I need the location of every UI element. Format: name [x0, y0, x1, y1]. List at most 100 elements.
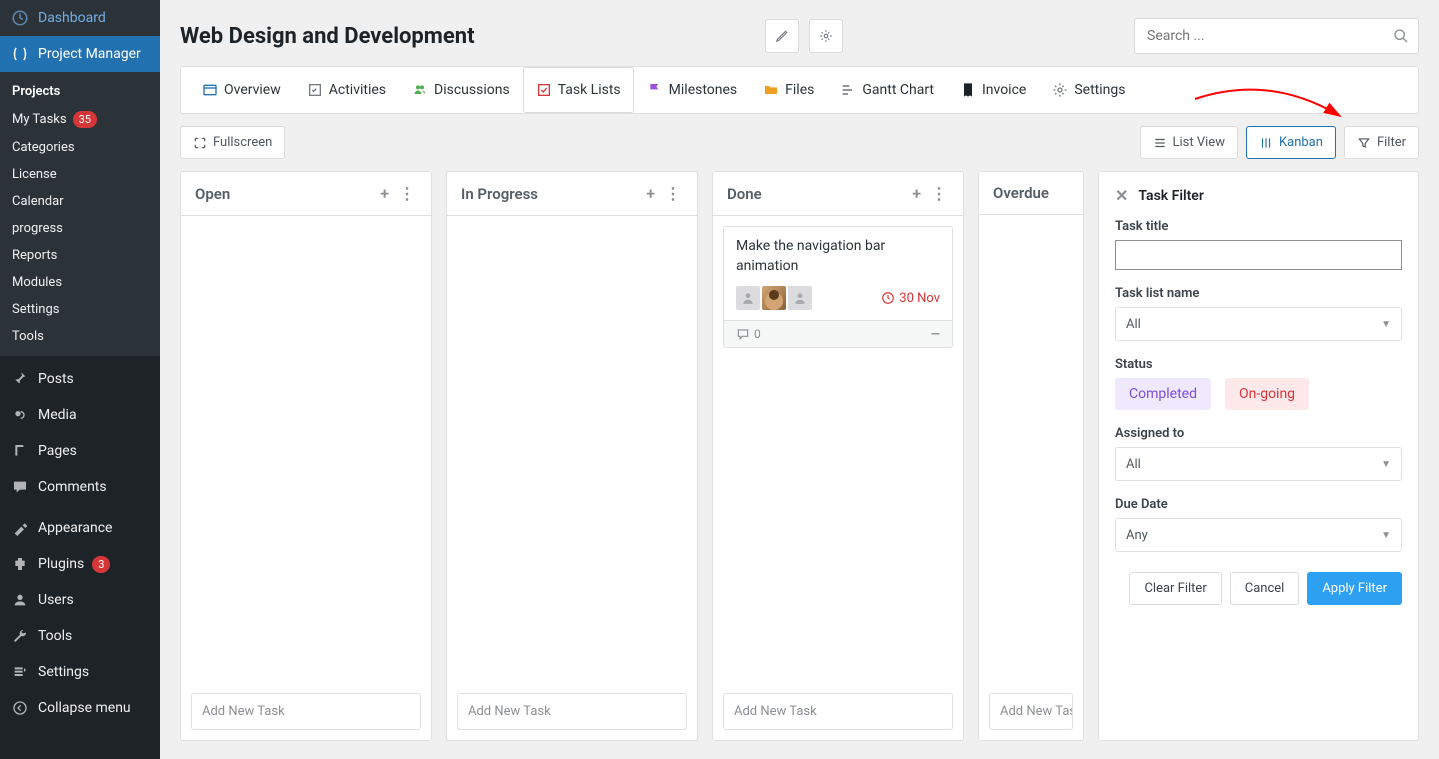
- task-card[interactable]: Make the navigation bar animation 30 Nov: [723, 226, 953, 348]
- sidebar-item-media[interactable]: Media: [0, 397, 160, 433]
- tab-invoice[interactable]: Invoice: [947, 67, 1039, 113]
- sidebar-sub-projects[interactable]: Projects: [0, 78, 160, 105]
- tab-overview[interactable]: Overview: [189, 67, 294, 113]
- sidebar-item-users[interactable]: Users: [0, 582, 160, 618]
- sidebar-item-label: Dashboard: [38, 10, 106, 26]
- sidebar-item-tools[interactable]: Tools: [0, 618, 160, 654]
- pages-icon: [10, 441, 30, 461]
- cancel-button[interactable]: Cancel: [1230, 572, 1300, 605]
- milestones-icon: [647, 82, 663, 98]
- column-body: Make the navigation bar animation 30 Nov: [713, 216, 963, 683]
- avatar: [788, 286, 812, 310]
- column-menu-icon[interactable]: ⋮: [397, 184, 417, 203]
- project-settings-button[interactable]: [809, 19, 843, 53]
- column-header: Done +⋮: [713, 172, 963, 216]
- main-content: Web Design and Development Overview Acti…: [160, 0, 1439, 759]
- search-input[interactable]: [1134, 18, 1419, 54]
- page-header: Web Design and Development: [180, 0, 1419, 66]
- column-body: [979, 215, 1083, 683]
- tab-settings[interactable]: Settings: [1039, 67, 1138, 113]
- close-icon[interactable]: ✕: [1115, 186, 1128, 205]
- sidebar-item-comments[interactable]: Comments: [0, 469, 160, 505]
- sidebar-item-pages[interactable]: Pages: [0, 433, 160, 469]
- sidebar-sub-my-tasks[interactable]: My Tasks 35: [0, 105, 160, 134]
- column-body: [447, 216, 697, 683]
- tab-activities[interactable]: Activities: [294, 67, 399, 113]
- add-card-icon[interactable]: +: [910, 184, 923, 203]
- tab-files[interactable]: Files: [750, 67, 827, 113]
- kanban-view-button[interactable]: Kanban: [1246, 126, 1336, 159]
- sidebar-item-label: Plugins: [38, 556, 84, 572]
- card-meta: 30 Nov: [724, 286, 952, 320]
- assigned-select[interactable]: All▼: [1115, 447, 1402, 481]
- tab-discussions[interactable]: Discussions: [399, 67, 523, 113]
- filter-icon: [1357, 136, 1371, 150]
- sidebar-item-label: Pages: [38, 443, 77, 459]
- tools-icon: [10, 626, 30, 646]
- task-list-select[interactable]: All▼: [1115, 307, 1402, 341]
- gear-icon: [1052, 82, 1068, 98]
- add-task-button[interactable]: Add New Task: [989, 693, 1073, 730]
- tab-gantt[interactable]: Gantt Chart: [827, 67, 947, 113]
- sidebar-item-label: Settings: [38, 664, 89, 680]
- sidebar-item-project-manager[interactable]: Project Manager: [0, 36, 160, 72]
- due-date: 30 Nov: [881, 291, 940, 306]
- list-view-button[interactable]: List View: [1140, 126, 1238, 159]
- apply-filter-button[interactable]: Apply Filter: [1307, 572, 1402, 605]
- sidebar-submenu: Projects My Tasks 35 Categories License …: [0, 72, 160, 356]
- sidebar-item-plugins[interactable]: Plugins 3: [0, 546, 160, 582]
- kanban-column-overdue: Overdue Add New Task: [978, 171, 1084, 741]
- chevron-down-icon: ▼: [1381, 459, 1391, 470]
- clear-filter-button[interactable]: Clear Filter: [1129, 572, 1221, 605]
- sidebar-item-appearance[interactable]: Appearance: [0, 510, 160, 546]
- task-title-input[interactable]: [1115, 240, 1402, 270]
- add-task-button[interactable]: Add New Task: [457, 693, 687, 730]
- sidebar-item-dashboard[interactable]: Dashboard: [0, 0, 160, 36]
- tab-task-lists[interactable]: Task Lists: [523, 67, 634, 113]
- list-icon: [1153, 136, 1167, 150]
- add-task-button[interactable]: Add New Task: [191, 693, 421, 730]
- edit-project-button[interactable]: [765, 19, 799, 53]
- sidebar-sub-settings[interactable]: Settings: [0, 296, 160, 323]
- sidebar-item-label: My Tasks: [12, 112, 67, 127]
- column-menu-icon[interactable]: ⋮: [929, 184, 949, 203]
- avatar: [762, 286, 786, 310]
- status-chip-ongoing[interactable]: On-going: [1225, 378, 1309, 410]
- chevron-down-icon: ▼: [1381, 319, 1391, 330]
- sidebar-sub-calendar[interactable]: Calendar: [0, 188, 160, 215]
- filter-button[interactable]: Filter: [1344, 126, 1419, 159]
- column-header: Overdue: [979, 172, 1083, 215]
- media-icon: [10, 405, 30, 425]
- task-filter-panel: ✕ Task Filter Task title Task list name …: [1098, 171, 1419, 741]
- status-chip-completed[interactable]: Completed: [1115, 378, 1211, 410]
- tab-milestones[interactable]: Milestones: [634, 67, 751, 113]
- sidebar-sub-license[interactable]: License: [0, 161, 160, 188]
- sidebar-item-collapse[interactable]: Collapse menu: [0, 690, 160, 726]
- chevron-down-icon: ▼: [1381, 530, 1391, 541]
- sidebar-item-label: Comments: [38, 479, 107, 495]
- sidebar-sub-progress[interactable]: progress: [0, 215, 160, 242]
- column-menu-icon[interactable]: ⋮: [663, 184, 683, 203]
- sidebar-item-posts[interactable]: Posts: [0, 361, 160, 397]
- add-card-icon[interactable]: +: [378, 184, 391, 203]
- sidebar-item-label: Tools: [38, 628, 72, 644]
- sidebar-sub-modules[interactable]: Modules: [0, 269, 160, 296]
- sidebar-sub-reports[interactable]: Reports: [0, 242, 160, 269]
- project-tabs: Overview Activities Discussions Task Lis…: [180, 66, 1419, 114]
- add-task-button[interactable]: Add New Task: [723, 693, 953, 730]
- sidebar-sub-tools[interactable]: Tools: [0, 323, 160, 350]
- add-card-icon[interactable]: +: [644, 184, 657, 203]
- assigned-label: Assigned to: [1115, 426, 1402, 441]
- appearance-icon: [10, 518, 30, 538]
- fullscreen-button[interactable]: Fullscreen: [180, 126, 285, 159]
- sidebar-sub-categories[interactable]: Categories: [0, 134, 160, 161]
- search-icon: [1393, 28, 1409, 44]
- kanban-column-done: Done +⋮ Make the navigation bar animatio…: [712, 171, 964, 741]
- discussions-icon: [412, 82, 428, 98]
- task-title-label: Task title: [1115, 219, 1402, 234]
- due-date-select[interactable]: Any▼: [1115, 518, 1402, 552]
- card-footer: 0 —: [724, 320, 952, 347]
- sidebar-item-settings[interactable]: Settings: [0, 654, 160, 690]
- column-header: In Progress +⋮: [447, 172, 697, 216]
- collapse-card-icon[interactable]: —: [931, 327, 940, 341]
